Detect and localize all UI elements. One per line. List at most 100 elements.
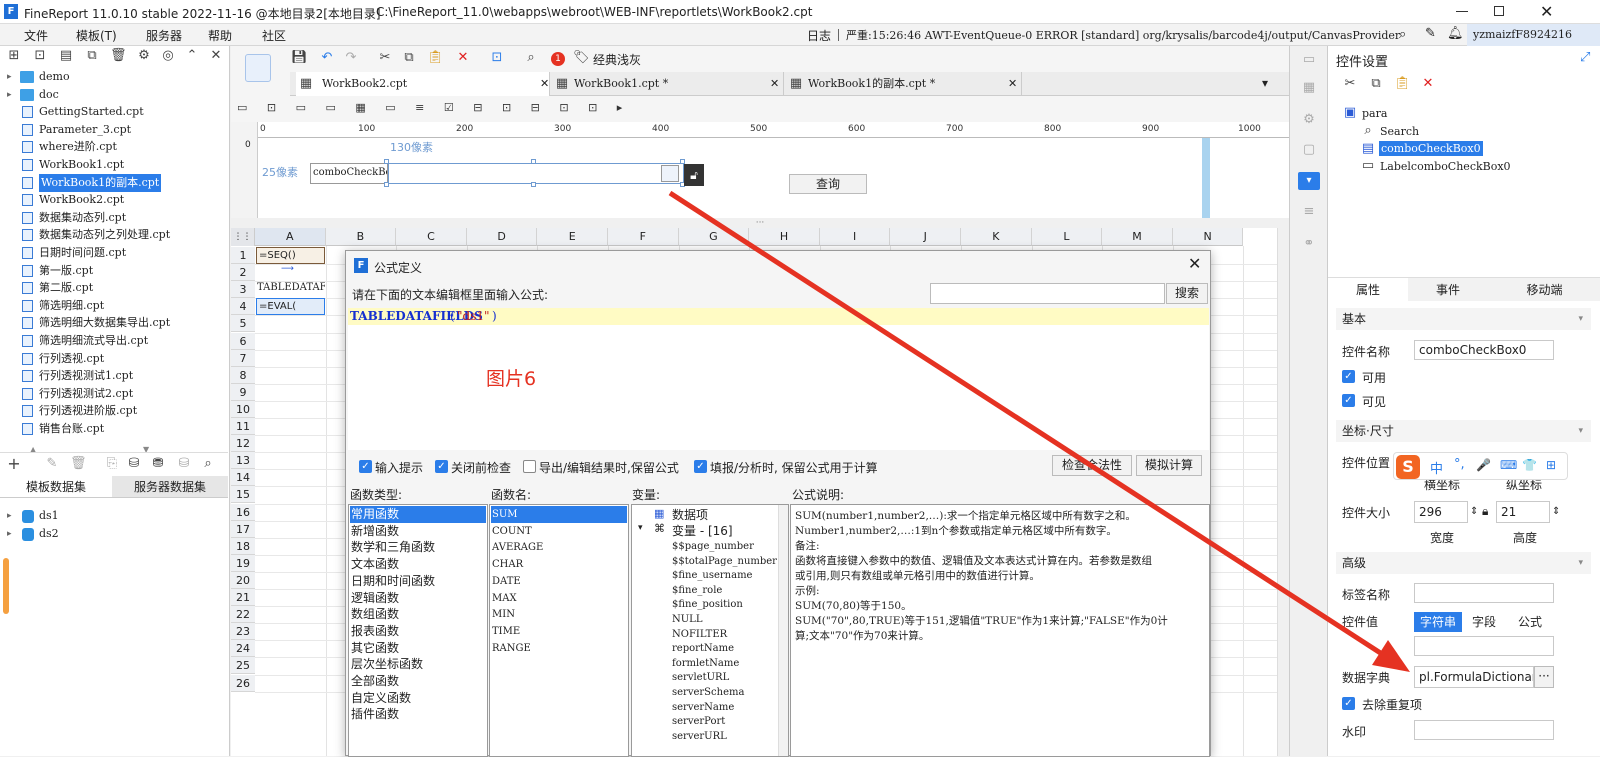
- tab-events[interactable]: 事件: [1408, 278, 1488, 302]
- formula-editor[interactable]: TABLEDATAFIELDS ( "ds1" ) 图片6: [348, 308, 1209, 450]
- tree-search-label[interactable]: Search: [1380, 125, 1419, 138]
- expand-icon[interactable]: ▸: [7, 507, 12, 525]
- tree-file[interactable]: WorkBook1.cpt: [0, 156, 228, 174]
- tree-file[interactable]: 筛选明细流式导出.cpt: [0, 332, 228, 350]
- tree-file[interactable]: 数据集动态列之列处理.cpt: [0, 226, 228, 244]
- scroll-thumb[interactable]: [3, 558, 9, 614]
- value-type-formula[interactable]: 公式: [1506, 612, 1554, 632]
- row-header[interactable]: 18: [231, 537, 255, 555]
- category-item[interactable]: 插件函数: [351, 706, 399, 723]
- selection-handle[interactable]: [384, 182, 389, 187]
- log-link[interactable]: 日志: [807, 27, 831, 44]
- visible-checkbox[interactable]: ✓: [1342, 394, 1355, 407]
- row-header[interactable]: 3: [231, 281, 255, 299]
- tag-name-input[interactable]: [1414, 583, 1554, 603]
- hyperlink-icon[interactable]: ▢: [1301, 142, 1317, 158]
- row-header[interactable]: 5: [231, 315, 255, 333]
- menu-file[interactable]: 文件: [24, 27, 48, 44]
- close-panel-icon[interactable]: ✕: [208, 48, 224, 64]
- row-header[interactable]: 1: [231, 247, 255, 264]
- copy-widget-icon[interactable]: ⧉: [1368, 76, 1384, 92]
- tree-file[interactable]: 行列透视进阶版.cpt: [0, 402, 228, 420]
- row-header[interactable]: 19: [231, 554, 255, 572]
- notification-badge-icon[interactable]: 1: [551, 52, 565, 66]
- bell-icon[interactable]: 🔔︎: [1447, 26, 1464, 41]
- row-header[interactable]: 8: [231, 366, 255, 384]
- category-item[interactable]: 常用函数: [350, 506, 486, 523]
- tree-file[interactable]: WorkBook2.cpt: [0, 191, 228, 209]
- expand-icon[interactable]: ▸: [7, 68, 12, 86]
- category-item[interactable]: 自定义函数: [351, 690, 411, 707]
- style-icon[interactable]: 🏷︎: [573, 50, 590, 66]
- tree-file[interactable]: 筛选明细.cpt: [0, 297, 228, 315]
- collapse-group-icon[interactable]: ▾: [638, 523, 643, 533]
- function-item[interactable]: COUNT: [492, 523, 532, 540]
- data-item-label[interactable]: 数据项: [672, 506, 708, 523]
- aspect-lock-icon[interactable]: 🔒︎: [1482, 504, 1488, 519]
- tree-file[interactable]: 数据集动态列.cpt: [0, 209, 228, 227]
- checkbox-keep-formula-export[interactable]: [523, 460, 536, 473]
- undo-icon[interactable]: ↶: [319, 50, 335, 66]
- column-header[interactable]: G: [678, 228, 750, 246]
- refresh-db-icon[interactable]: ⛁: [176, 456, 192, 472]
- column-header[interactable]: M: [1102, 228, 1173, 246]
- add-dataset-icon[interactable]: +: [6, 456, 22, 472]
- expand-icon[interactable]: ▸: [7, 525, 12, 543]
- close-window-icon[interactable]: ✕: [1540, 2, 1553, 21]
- delete-tool-icon[interactable]: ✕: [455, 50, 471, 66]
- column-header[interactable]: L: [1031, 228, 1103, 246]
- preview-tool-icon[interactable]: ⊡: [489, 50, 505, 66]
- spin-icon[interactable]: ⇕: [1552, 506, 1560, 517]
- row-header[interactable]: 4: [231, 298, 255, 316]
- section-position[interactable]: 坐标·尺寸 ▾: [1336, 420, 1591, 442]
- column-header[interactable]: N: [1172, 228, 1244, 246]
- ime-punct-icon[interactable]: °,: [1454, 457, 1465, 472]
- tree-file[interactable]: WorkBook1的副本.cpt: [0, 173, 228, 192]
- settings-icon[interactable]: ⚙: [136, 48, 152, 64]
- cut-widget-icon[interactable]: ✂: [1342, 76, 1358, 92]
- ime-chinese-icon[interactable]: 中: [1430, 458, 1443, 477]
- validate-button[interactable]: 检查合法性: [1052, 455, 1132, 476]
- dataset-icon[interactable]: ⛁: [126, 456, 142, 472]
- cell-attr-icon[interactable]: ▭: [1301, 52, 1317, 68]
- pin-icon[interactable]: ⤢: [1580, 50, 1590, 65]
- username[interactable]: yzmaizfF8924216: [1467, 24, 1600, 46]
- row-header[interactable]: 23: [231, 623, 255, 641]
- template-icon[interactable]: ▤: [58, 48, 74, 64]
- column-header[interactable]: D: [466, 228, 538, 246]
- category-item[interactable]: 日期和时间函数: [351, 573, 435, 590]
- database-icon[interactable]: ⛃: [150, 456, 166, 472]
- row-header[interactable]: 25: [231, 657, 255, 675]
- tab-workbook1-copy[interactable]: ▦ WorkBook1的副本.cpt * ✕: [786, 72, 1022, 96]
- tab-server-dataset[interactable]: 服务器数据集: [112, 476, 228, 498]
- new-folder-icon[interactable]: ⊞: [6, 48, 22, 64]
- expand-icon[interactable]: ▸: [7, 86, 12, 104]
- dataset-item[interactable]: ▸ ds2: [0, 525, 228, 543]
- tab-template-dataset[interactable]: 模板数据集: [0, 476, 112, 498]
- tree-combo-label[interactable]: comboCheckBox0: [1379, 141, 1483, 156]
- column-header[interactable]: E: [537, 228, 608, 246]
- row-header[interactable]: 7: [231, 349, 255, 367]
- column-header[interactable]: C: [396, 228, 467, 246]
- edit-dataset-icon[interactable]: ✎: [44, 456, 60, 472]
- list-icon[interactable]: ≡: [1301, 204, 1317, 220]
- tree-file[interactable]: 行列透视.cpt: [0, 350, 228, 368]
- lock-icon[interactable]: 🔓︎: [684, 164, 704, 186]
- row-header[interactable]: 20: [231, 571, 255, 589]
- category-item[interactable]: 全部函数: [351, 673, 399, 690]
- row-header[interactable]: 14: [231, 469, 255, 487]
- row-header[interactable]: 11: [231, 418, 255, 435]
- function-search-input[interactable]: [930, 283, 1165, 304]
- tree-file[interactable]: 第二版.cpt: [0, 279, 228, 297]
- tab-properties[interactable]: 属性: [1328, 278, 1408, 302]
- function-item[interactable]: MIN: [492, 606, 515, 623]
- copy-tool-icon[interactable]: ⧉: [401, 50, 417, 66]
- link-icon[interactable]: ⚭: [1301, 236, 1317, 252]
- function-item[interactable]: AVERAGE: [492, 539, 543, 556]
- query-button[interactable]: 查询: [789, 174, 867, 194]
- tree-label-widget[interactable]: LabelcomboCheckBox0: [1380, 160, 1511, 173]
- widget-value-input[interactable]: [1414, 636, 1554, 656]
- log-message[interactable]: 严重:15:26:46 AWT-EventQueue-0 ERROR [stan…: [846, 27, 1400, 43]
- tree-file[interactable]: Parameter_3.cpt: [0, 121, 228, 139]
- row-header[interactable]: 26: [231, 674, 255, 692]
